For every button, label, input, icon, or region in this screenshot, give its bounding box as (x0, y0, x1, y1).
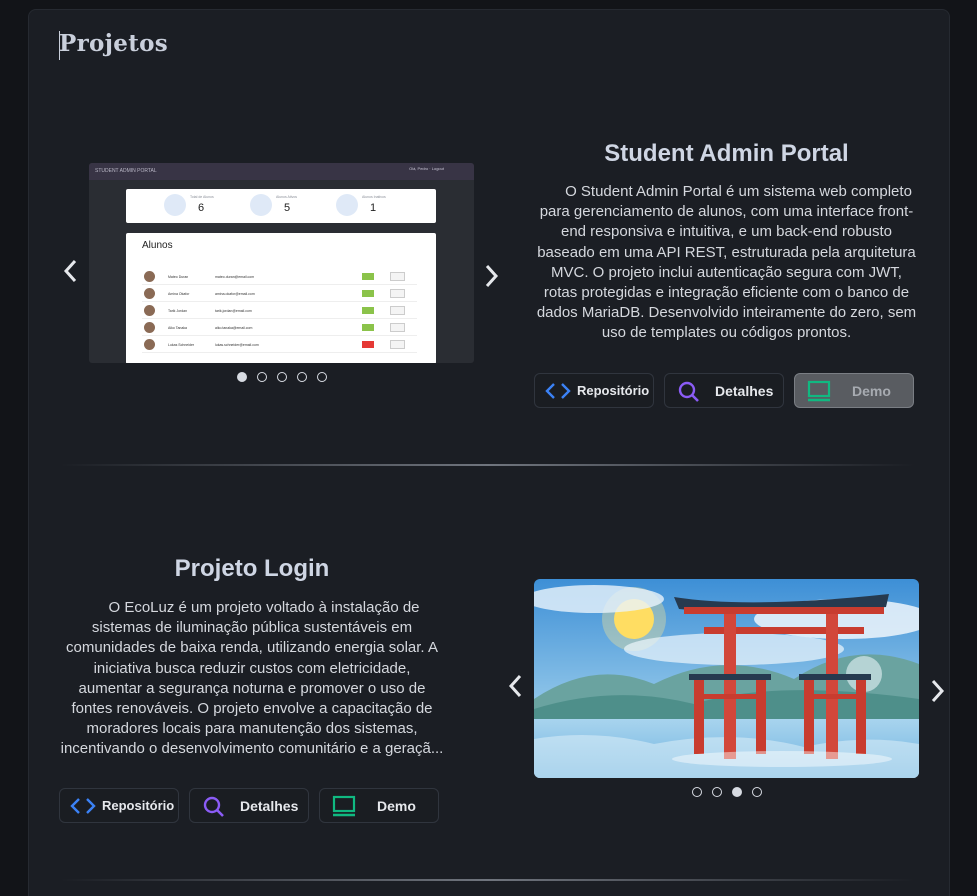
stat-label: Total de Alunos (190, 195, 214, 199)
torii-gate-image (534, 579, 919, 778)
row-name: Amina Okafor (168, 292, 190, 296)
row-name: Aiko Tanaka (168, 326, 188, 330)
row-email: mateo.duran@email.com (215, 275, 255, 279)
demo-button-label: Demo (852, 382, 891, 399)
status-badge (362, 273, 374, 280)
repository-button-label: Repositório (577, 383, 650, 398)
row-name: Lukas Schneider (168, 343, 195, 347)
stat-card: Alunos Ativos 5 (250, 193, 345, 219)
screenshot-table-title: Alunos (142, 240, 173, 251)
details-button-label: Detalhes (715, 382, 774, 399)
table-row: Amina Okafor amina.okafor@email.com (142, 287, 417, 302)
monitor-icon (807, 380, 831, 402)
row-email: aiko.tanaka@email.com (215, 326, 253, 330)
stat-card: Total de Alunos 6 (164, 193, 259, 219)
carousel-next-arrow[interactable] (926, 676, 948, 706)
monitor-icon (332, 795, 356, 817)
search-icon (203, 796, 224, 817)
screenshot-app-title: STUDENT ADMIN PORTAL (95, 168, 157, 174)
carousel-dots (692, 787, 762, 797)
stat-label: Alunos Inativos (362, 195, 386, 199)
repository-button[interactable]: Repositório (534, 373, 654, 408)
demo-button[interactable]: Demo (794, 373, 914, 408)
table-row: Lukas Schneider lukas.schneider@email.com (142, 338, 417, 353)
search-icon (678, 381, 699, 402)
repository-button-label: Repositório (102, 798, 175, 813)
row-email: amina.okafor@email.com (215, 292, 255, 296)
edit-button (390, 289, 405, 298)
project-screenshot: STUDENT ADMIN PORTAL Olá, Pedro · Logout… (89, 163, 474, 363)
avatar (144, 322, 155, 333)
edit-button (390, 272, 405, 281)
carousel-dot[interactable] (297, 372, 307, 382)
carousel-dot[interactable] (237, 372, 247, 382)
edit-button (390, 306, 405, 315)
carousel-next-arrow[interactable] (480, 261, 502, 291)
edit-button (390, 323, 405, 332)
status-badge (362, 324, 374, 331)
chevron-left-icon (508, 674, 522, 698)
table-row: Tarik Jordan tarik.jordan@email.com (142, 304, 417, 319)
status-badge (362, 341, 374, 348)
section-title: Projetos (59, 30, 169, 57)
carousel-dot[interactable] (752, 787, 762, 797)
project-title: Projeto Login (174, 555, 330, 582)
stat-value: 1 (370, 202, 377, 214)
table-row: Mateo Duran mateo.duran@email.com (142, 270, 417, 285)
table-row: Aiko Tanaka aiko.tanaka@email.com (142, 321, 417, 336)
code-icon (70, 798, 96, 814)
details-button-label: Detalhes (240, 797, 299, 814)
carousel-dot[interactable] (257, 372, 267, 382)
avatar (144, 305, 155, 316)
project-separator (60, 464, 915, 466)
avatar (144, 271, 155, 282)
stat-icon (336, 194, 358, 216)
row-name: Tarik Jordan (168, 309, 188, 313)
carousel-prev-arrow[interactable] (60, 256, 82, 286)
details-button[interactable]: Detalhes (664, 373, 784, 408)
carousel-dot[interactable] (277, 372, 287, 382)
screenshot-table-card: Alunos Mateo Duran mateo.duran@email.com … (126, 233, 436, 363)
project-description: O Student Admin Portal é um sistema web … (536, 183, 917, 342)
carousel-dot[interactable] (732, 787, 742, 797)
stat-icon (250, 194, 272, 216)
demo-button[interactable]: Demo (319, 788, 439, 823)
repository-button[interactable]: Repositório (59, 788, 179, 823)
demo-button-label: Demo (377, 797, 416, 814)
row-name: Mateo Duran (168, 275, 189, 279)
carousel-prev-arrow[interactable] (505, 671, 527, 701)
status-badge (362, 307, 374, 314)
project-separator (60, 879, 915, 881)
carousel-dots (237, 372, 327, 382)
stat-value: 5 (284, 202, 291, 214)
screenshot-app-bar: STUDENT ADMIN PORTAL Olá, Pedro · Logout (89, 163, 474, 180)
carousel-dot[interactable] (692, 787, 702, 797)
edit-button (390, 340, 405, 349)
avatar (144, 288, 155, 299)
stat-icon (164, 194, 186, 216)
torii-gate-illustration (534, 579, 919, 778)
screenshot-user: Olá, Pedro · Logout (409, 166, 444, 171)
project-description: O EcoLuz é um projeto voltado à instalaç… (60, 599, 444, 758)
row-email: tarik.jordan@email.com (215, 309, 252, 313)
screenshot-stats-card: Total de Alunos 6 Alunos Ativos 5 Alunos… (126, 189, 436, 223)
code-icon (545, 383, 571, 399)
carousel-dot[interactable] (317, 372, 327, 382)
chevron-right-icon (485, 264, 499, 288)
carousel-dot[interactable] (712, 787, 722, 797)
details-button[interactable]: Detalhes (189, 788, 309, 823)
avatar (144, 339, 155, 350)
stat-label: Alunos Ativos (276, 195, 298, 199)
project-title: Student Admin Portal (604, 140, 849, 167)
status-badge (362, 290, 374, 297)
chevron-left-icon (63, 259, 77, 283)
stat-card: Alunos Inativos 1 (336, 193, 431, 219)
chevron-right-icon (931, 679, 945, 703)
stat-value: 6 (198, 202, 205, 214)
row-email: lukas.schneider@email.com (215, 343, 259, 347)
